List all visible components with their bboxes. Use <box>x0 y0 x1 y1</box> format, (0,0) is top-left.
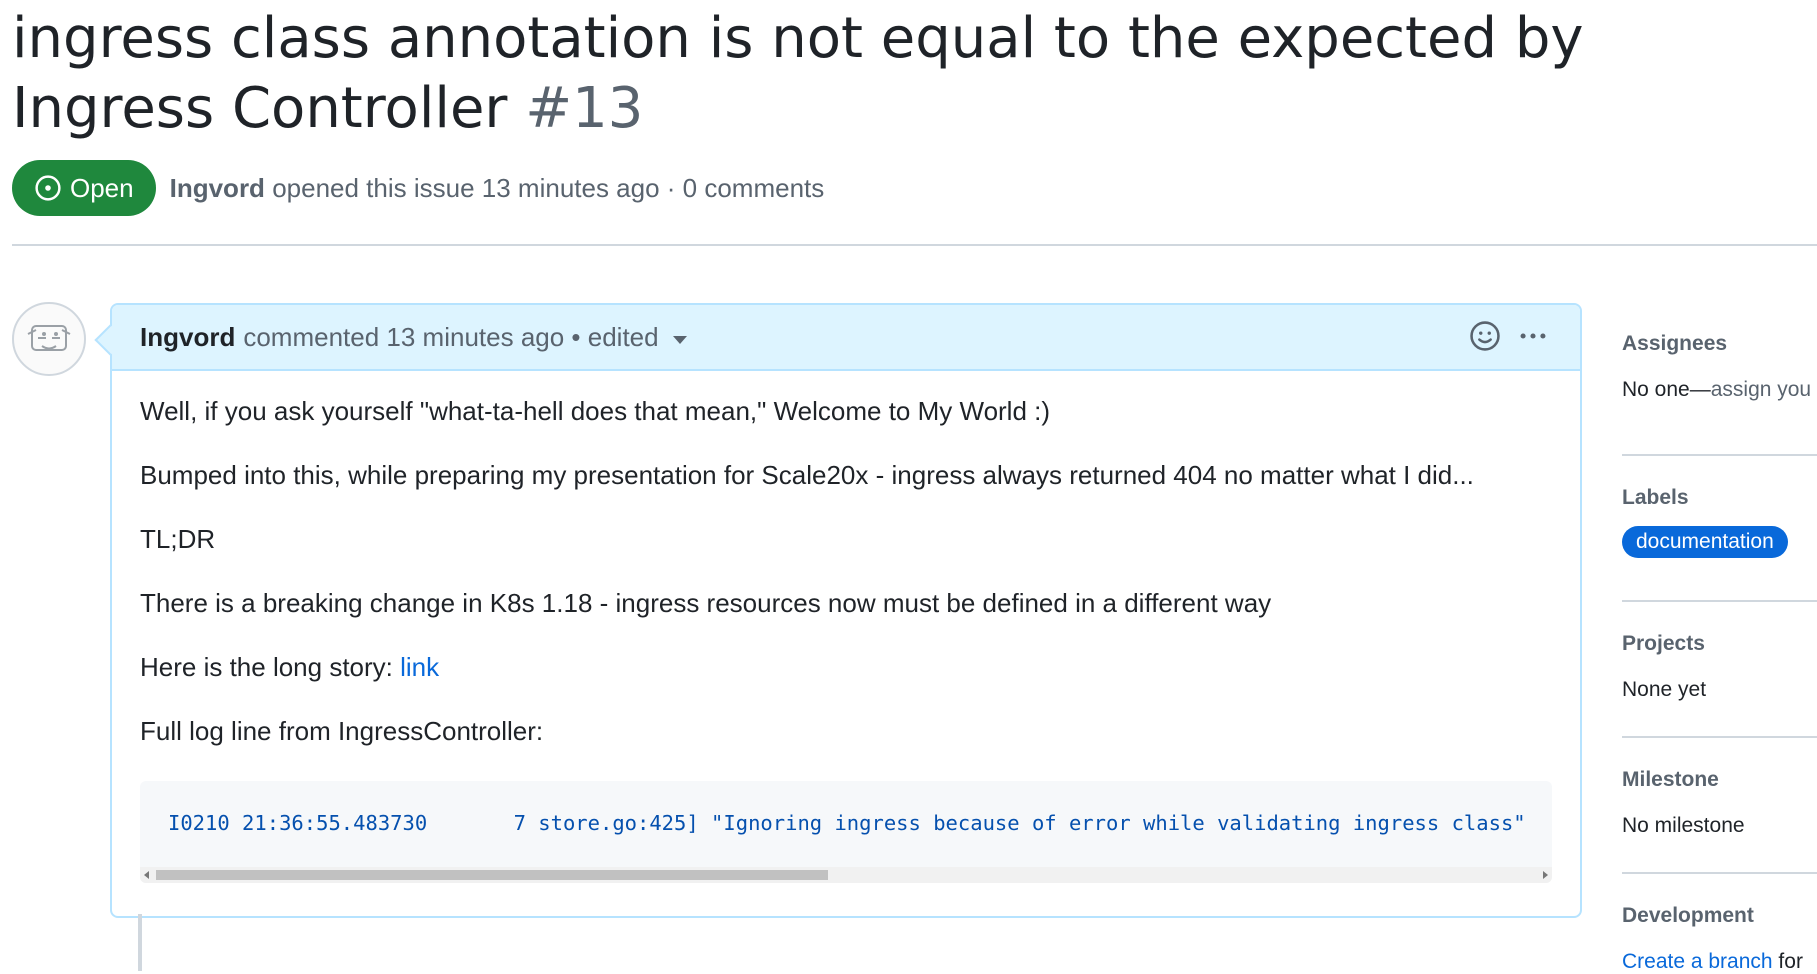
development-value: Create a branch for <box>1622 950 1817 974</box>
issue-meta: Open Ingvord opened this issue 13 minute… <box>12 160 824 216</box>
header-divider <box>12 244 1817 246</box>
status-badge: Open <box>12 160 156 216</box>
comment-box: Ingvord commented 13 minutes ago • edite… <box>110 303 1582 918</box>
development-suffix: for <box>1772 950 1803 973</box>
add-reaction-icon[interactable] <box>1468 319 1502 353</box>
comment-paragraph: Here is the long story: link <box>140 653 1552 681</box>
projects-value: None yet <box>1622 678 1707 701</box>
comment-paragraph: TL;DR <box>140 524 216 554</box>
assignees-value: No one—assign you <box>1622 378 1817 402</box>
sidebar-projects: Projects None yet <box>1622 602 1817 738</box>
sidebar-assignees: Assignees No one—assign you <box>1622 320 1817 456</box>
avatar-image <box>27 325 71 351</box>
sidebar-development: Development Create a branch for <box>1622 874 1817 974</box>
milestone-heading[interactable]: Milestone <box>1622 738 1817 792</box>
scroll-right-icon[interactable] <box>1543 871 1548 879</box>
comment-paragraph: There is a breaking change in K8s 1.18 -… <box>140 588 1272 618</box>
story-prefix: Here is the long story: <box>140 652 401 682</box>
sidebar-milestone: Milestone No milestone <box>1622 738 1817 874</box>
issue-opened-text: opened this issue 13 minutes ago · 0 com… <box>272 172 825 203</box>
more-options-icon[interactable] <box>1516 319 1550 353</box>
code-block: I0210 21:36:55.483730 7 store.go:425] "I… <box>140 781 1552 883</box>
assign-yourself-link[interactable]: assign you <box>1711 378 1811 401</box>
story-link[interactable]: link <box>400 652 439 682</box>
comment-paragraph: Well, if you ask yourself "what-ta-hell … <box>140 396 1051 426</box>
issue-title: ingress class annotation is not equal to… <box>12 4 1712 144</box>
status-badge-label: Open <box>70 172 134 203</box>
comment-paragraph: Bumped into this, while preparing my pre… <box>140 460 1474 490</box>
assignees-none-text: No one— <box>1622 378 1711 401</box>
projects-heading[interactable]: Projects <box>1622 602 1817 656</box>
labels-list: documentation <box>1622 526 1817 558</box>
issue-title-text: ingress class annotation is not equal to… <box>12 6 1584 141</box>
edit-history-dropdown-icon[interactable] <box>672 336 687 344</box>
comment-header: Ingvord commented 13 minutes ago • edite… <box>112 305 1580 371</box>
scrollbar-thumb[interactable] <box>156 870 828 880</box>
scroll-left-icon[interactable] <box>144 871 149 879</box>
comment-actions <box>1468 319 1550 353</box>
issue-author-link[interactable]: Ingvord <box>170 173 265 203</box>
comment-meta: commented 13 minutes ago • edited <box>243 321 659 352</box>
labels-heading[interactable]: Labels <box>1622 456 1817 510</box>
issue-sidebar: Assignees No one—assign you Labels docum… <box>1622 320 1817 974</box>
comment-body: Well, if you ask yourself "what-ta-hell … <box>112 371 1580 883</box>
issue-meta-text: Ingvord opened this issue 13 minutes ago… <box>170 173 825 204</box>
comment-paragraph: Full log line from IngressController: <box>140 716 544 746</box>
issue-opened-icon <box>35 175 61 201</box>
create-branch-link[interactable]: Create a branch <box>1622 950 1773 973</box>
code-content: I0210 21:36:55.483730 7 store.go:425] "I… <box>168 811 1526 835</box>
label-documentation[interactable]: documentation <box>1622 526 1788 558</box>
timeline-line <box>138 914 142 971</box>
sidebar-labels: Labels documentation <box>1622 456 1817 602</box>
comment-author-link[interactable]: Ingvord <box>140 322 235 353</box>
horizontal-scrollbar[interactable] <box>140 867 1552 883</box>
development-heading[interactable]: Development <box>1622 874 1817 928</box>
issue-number: #13 <box>525 76 644 141</box>
assignees-heading[interactable]: Assignees <box>1622 320 1817 356</box>
avatar[interactable] <box>12 302 86 376</box>
milestone-value: No milestone <box>1622 814 1745 837</box>
